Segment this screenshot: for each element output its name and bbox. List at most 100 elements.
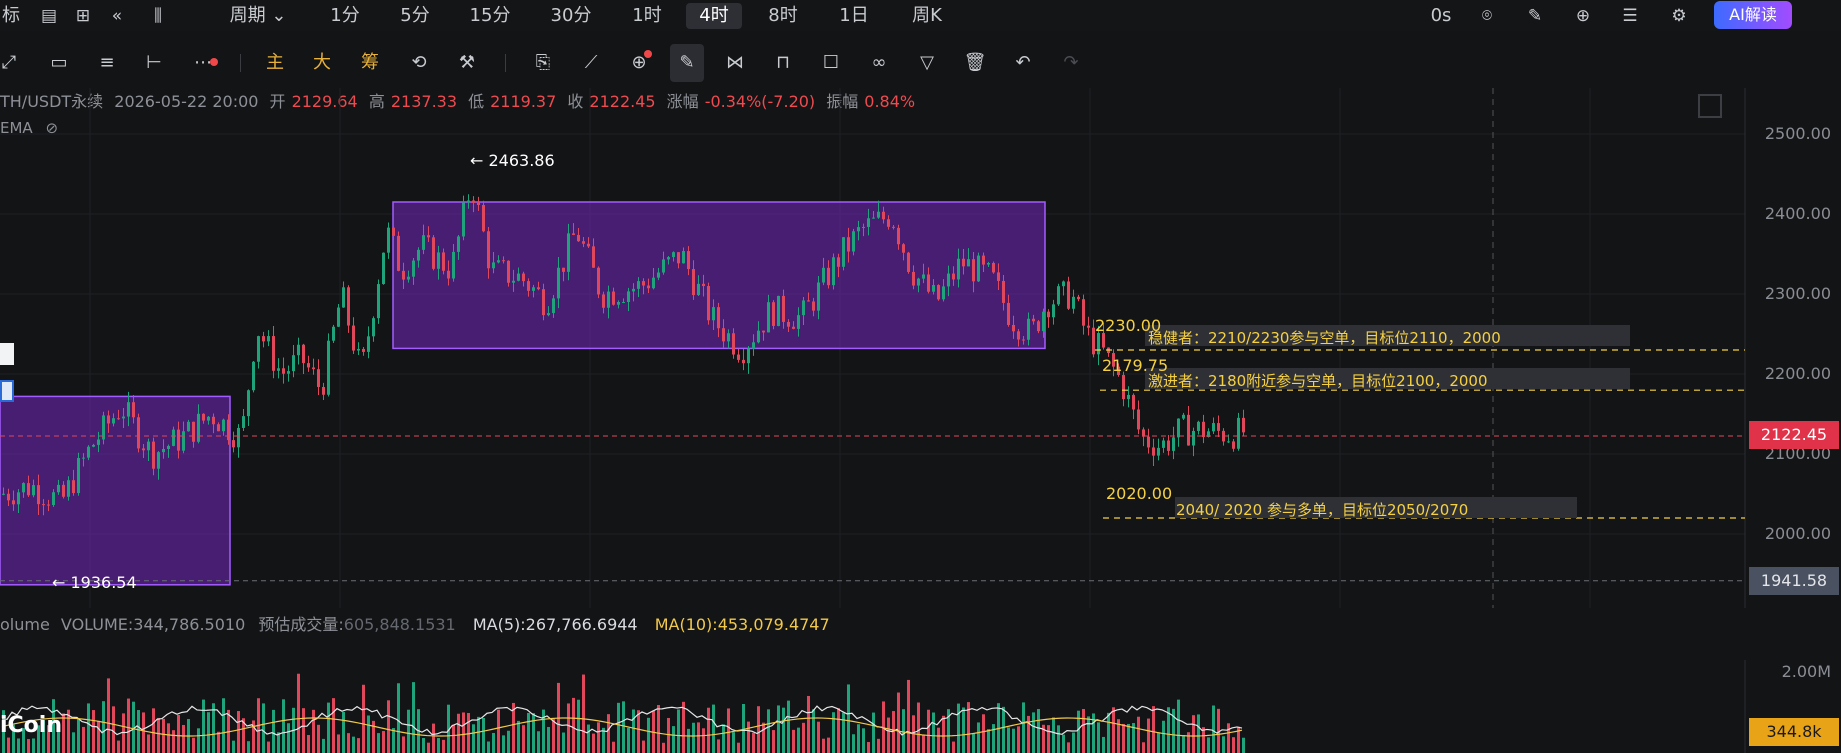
volume-bar — [817, 721, 820, 753]
interval-1d[interactable]: 1日 — [834, 3, 874, 29]
indicators-button[interactable]: 标 — [0, 3, 22, 29]
bookmark-icon[interactable]: ⎘ — [526, 44, 560, 82]
candle-body — [407, 276, 410, 280]
candle-body — [987, 262, 990, 265]
camera-icon[interactable]: ⌾ — [1474, 3, 1500, 29]
volume-bar — [1012, 728, 1015, 753]
pencil-icon[interactable]: ✎ — [1522, 3, 1548, 29]
side-panel-tab[interactable] — [0, 343, 14, 365]
volume-bar — [767, 709, 770, 753]
volume-bar — [792, 729, 795, 753]
interval-1h[interactable]: 1时 — [627, 3, 667, 29]
big-order-button[interactable]: 大 — [313, 44, 331, 82]
volume-bar — [682, 701, 685, 753]
candle-type-icon[interactable]: ⫼ — [142, 3, 174, 29]
candlestick-chart[interactable] — [0, 88, 1841, 608]
candle-body — [212, 416, 215, 425]
conservative-note[interactable]: 稳健者：2210/2230参与空单，目标位2110，2000 — [1148, 327, 1501, 348]
line-tool-icon[interactable]: ⤢ — [0, 44, 26, 82]
horizontal-line-icon[interactable]: ⊢ — [137, 44, 171, 82]
volume-bar — [612, 741, 615, 753]
candle-body — [707, 286, 710, 321]
volume-bar — [222, 698, 225, 753]
notification-dot — [210, 58, 218, 66]
chips-button[interactable]: 筹 — [361, 44, 379, 82]
volume-bar — [647, 717, 650, 753]
settings-icon[interactable]: ⚙ — [1666, 3, 1692, 29]
aggressive-note[interactable]: 激进者：2180附近参与空单，目标位2100，2000 — [1148, 370, 1488, 391]
lock-icon[interactable]: ⊓ — [766, 44, 800, 82]
candle-body — [1067, 281, 1070, 309]
calendar-icon[interactable]: ▤ — [36, 3, 62, 29]
rectangle-tool-icon[interactable]: ▭ — [42, 44, 76, 82]
list-icon[interactable]: ☰ — [1617, 3, 1643, 29]
volume-bar — [492, 732, 495, 753]
side-panel-tab-active[interactable] — [0, 380, 14, 402]
volume-bar — [922, 735, 925, 753]
volume-bar — [937, 727, 940, 753]
volume-chart[interactable] — [0, 660, 1841, 753]
candle-body — [657, 272, 660, 278]
parallel-lines-icon[interactable]: ≡ — [90, 44, 124, 82]
brush-settings-icon[interactable]: ⚒ — [450, 44, 484, 82]
trash-icon[interactable]: 🗑 — [958, 44, 992, 82]
volume-bar — [217, 731, 220, 753]
draw-pencil-icon[interactable]: ✎ — [670, 44, 704, 82]
volume-bar — [362, 684, 365, 753]
fullscreen-icon[interactable] — [1698, 94, 1722, 118]
candle-body — [1057, 286, 1060, 305]
volume-bar — [1077, 710, 1080, 753]
interval-weekly[interactable]: 周K — [904, 3, 950, 29]
candle-body — [702, 283, 705, 287]
candle-body — [1172, 437, 1175, 451]
candle-body — [872, 217, 875, 219]
candle-body — [1147, 436, 1150, 448]
period-dropdown[interactable]: 周期 ⌄ — [228, 3, 288, 29]
volume-bar — [357, 738, 360, 753]
price-tick-2000: 2000.00 — [1764, 524, 1831, 543]
undo-icon[interactable]: ↶ — [1006, 44, 1040, 82]
interval-15m[interactable]: 15分 — [465, 3, 515, 29]
candle-body — [172, 429, 175, 446]
sync-icon[interactable]: ⟲ — [402, 44, 436, 82]
magnet-icon[interactable]: ⋈ — [718, 44, 752, 82]
layout-icon[interactable]: ⊞ — [70, 3, 96, 29]
ruler-icon[interactable]: ⟋ — [574, 44, 608, 82]
interval-8h[interactable]: 8时 — [763, 3, 803, 29]
price-tick-2200: 2200.00 — [1764, 364, 1831, 383]
filter-icon[interactable]: ▽ — [910, 44, 944, 82]
volume-bar — [192, 737, 195, 753]
interval-1m[interactable]: 1分 — [325, 3, 365, 29]
volume-label[interactable]: olume — [0, 615, 50, 634]
volume-bar — [122, 713, 125, 753]
candle-body — [562, 267, 565, 272]
link-icon[interactable]: ∞ — [862, 44, 896, 82]
zoom-in-icon[interactable]: ⊕ — [622, 44, 656, 82]
long-note[interactable]: 2040/ 2020 参与多单，目标位2050/2070 — [1176, 499, 1468, 520]
candle-body — [967, 259, 970, 267]
candle-body — [357, 348, 360, 351]
edit-doc-icon[interactable]: ☐ — [814, 44, 848, 82]
redo-icon[interactable]: ↷ — [1054, 44, 1088, 82]
rewind-icon[interactable]: « — [104, 3, 130, 29]
volume-bar — [752, 732, 755, 753]
interval-5m[interactable]: 5分 — [395, 3, 435, 29]
candle-body — [602, 294, 605, 308]
candle-body — [162, 448, 165, 453]
candle-body — [332, 326, 335, 341]
interval-4h[interactable]: 4时 — [686, 3, 742, 29]
volume-bar — [802, 722, 805, 753]
candle-body — [1227, 441, 1230, 443]
volume-bar — [677, 709, 680, 753]
add-window-icon[interactable]: ⊕ — [1570, 3, 1596, 29]
volume-bar — [642, 740, 645, 753]
candle-body — [972, 259, 975, 282]
interval-30m[interactable]: 30分 — [546, 3, 596, 29]
volume-bar — [982, 714, 985, 753]
ai-interpret-button[interactable]: AI解读 — [1714, 1, 1792, 29]
candle-body — [1197, 421, 1200, 431]
candle-body — [567, 233, 570, 272]
volume-bar — [427, 742, 430, 753]
main-indicator-button[interactable]: 主 — [266, 44, 284, 82]
candle-body — [287, 371, 290, 374]
